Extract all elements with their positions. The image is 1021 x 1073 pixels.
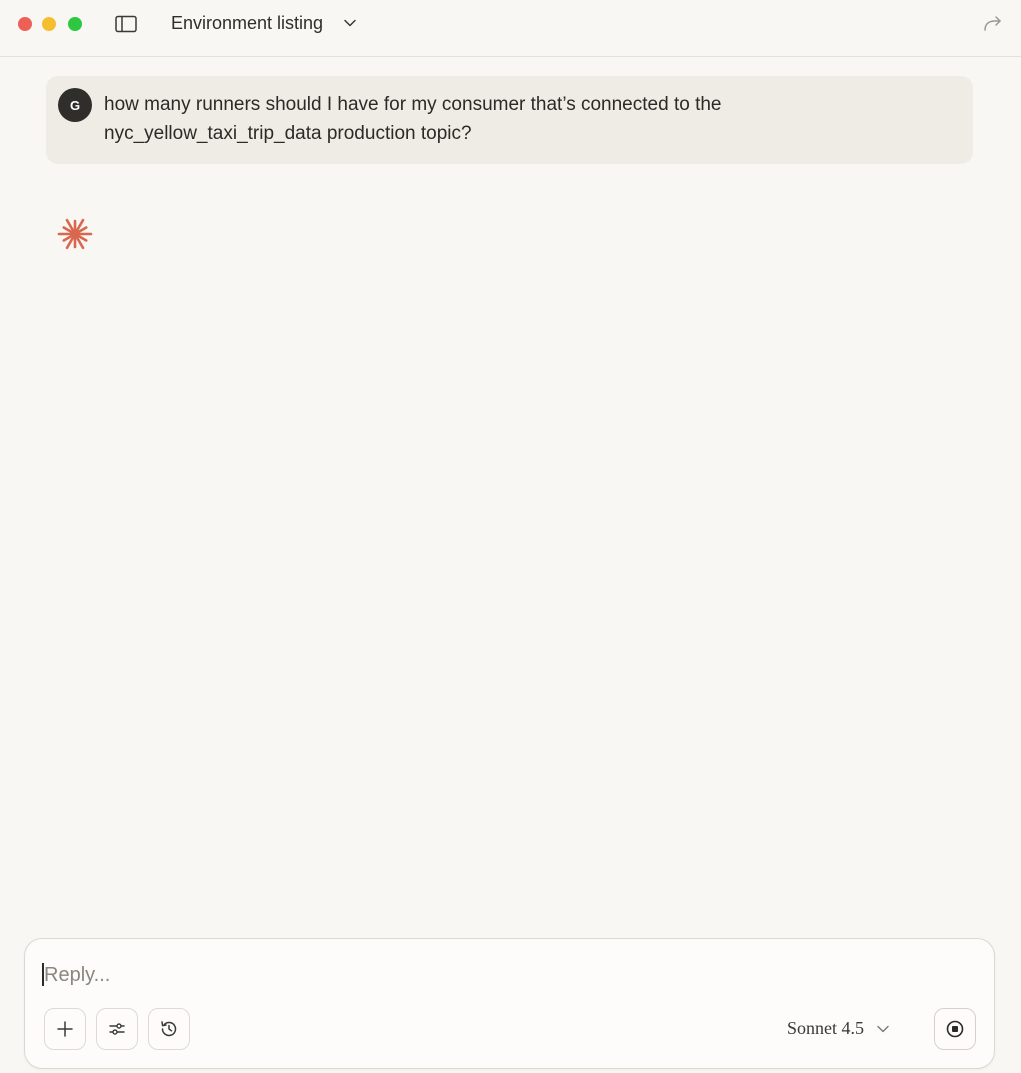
history-button[interactable]	[148, 1008, 190, 1050]
conversation-title-menu[interactable]: Environment listing	[171, 11, 357, 35]
chevron-down-icon	[877, 1025, 889, 1032]
plus-icon	[57, 1021, 73, 1037]
reply-composer: Sonnet 4.5	[24, 938, 995, 1069]
stop-icon	[946, 1020, 964, 1038]
conversation-title: Environment listing	[171, 12, 324, 33]
close-window-button[interactable]	[18, 17, 32, 31]
model-selector[interactable]: Sonnet 4.5	[787, 1018, 890, 1039]
minimize-window-button[interactable]	[42, 17, 56, 31]
sliders-icon	[109, 1023, 125, 1035]
user-message: G how many runners should I have for my …	[46, 76, 973, 164]
add-attachment-button[interactable]	[44, 1008, 86, 1050]
model-label: Sonnet 4.5	[787, 1018, 865, 1038]
history-icon	[161, 1021, 177, 1037]
sidebar-toggle-icon[interactable]	[115, 15, 137, 33]
text-caret	[42, 963, 44, 986]
share-icon[interactable]	[983, 14, 1003, 32]
user-message-text: how many runners should I have for my co…	[104, 94, 722, 144]
spark-icon	[57, 218, 93, 250]
maximize-window-button[interactable]	[68, 17, 82, 31]
chevron-down-icon	[344, 19, 356, 27]
title-bar: Environment listing	[0, 0, 1021, 57]
reply-input[interactable]	[42, 958, 946, 992]
stop-button[interactable]	[934, 1008, 976, 1050]
avatar: G	[58, 88, 92, 122]
tools-settings-button[interactable]	[96, 1008, 138, 1050]
